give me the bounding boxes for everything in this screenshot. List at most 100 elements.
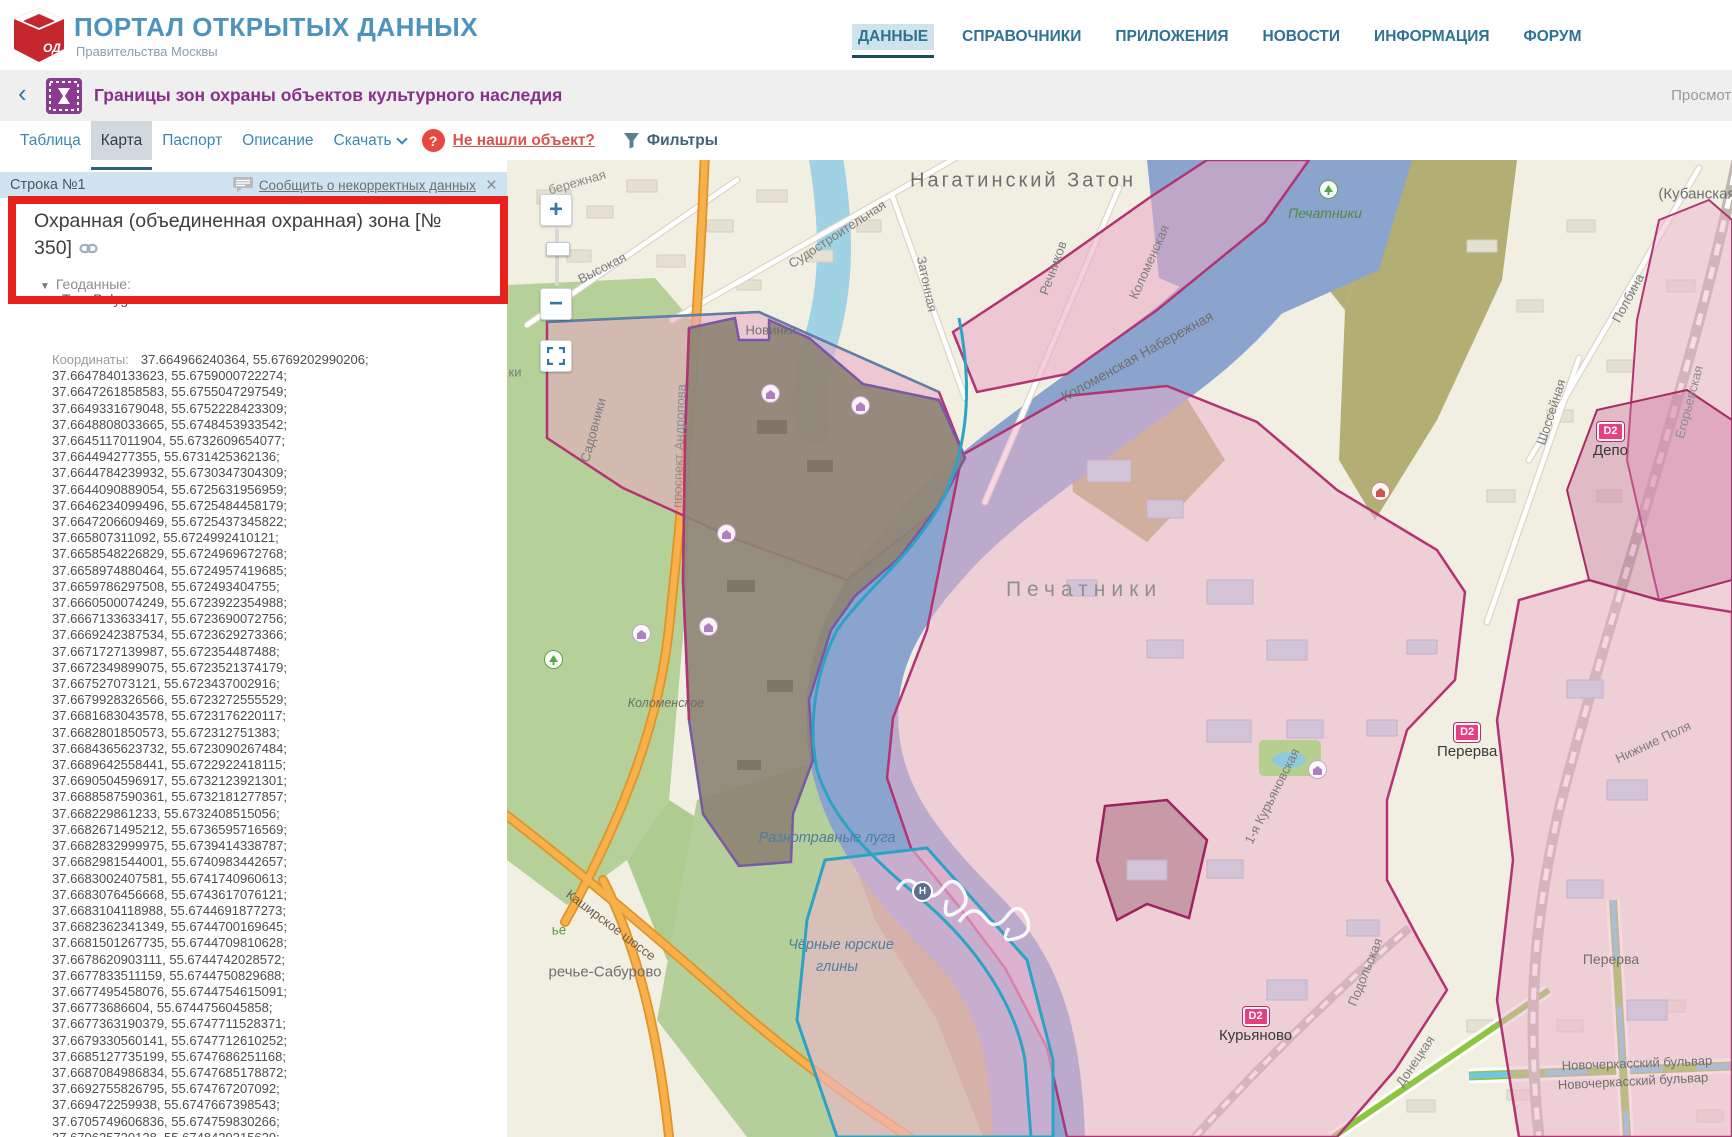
nav-item-data[interactable]: ДАННЫЕ [852,24,934,50]
permalink-icon[interactable] [79,236,98,263]
coordinate-line: 37.6682832999975, 55.6739414338787; [52,838,482,854]
coordinates-block: Координаты: 37.664966240364, 55.676920299… [52,352,482,1137]
coordinate-line: 37.6681501267735, 55.6744709810628; [52,935,482,951]
coordinate-line: 37.6689642558441, 55.6722922418115; [52,757,482,773]
download-label: Скачать [334,132,392,150]
feature-panel: Строка №1 Сообщить о некорректных данных… [0,160,507,1137]
nav-item-information[interactable]: ИНФОРМАЦИЯ [1368,24,1495,50]
coordinate-line: 37.6684365623732, 55.6723090267484; [52,741,482,757]
coordinate-line: 37.6645117011904, 55.6732609654077; [52,433,482,449]
open-data-cube-icon: ОД [12,6,66,64]
coordinate-line: 37.668229861233, 55.6732408515056; [52,806,482,822]
geodata-label: Геоданные: [56,276,131,292]
coordinate-line: 37.6644784239932, 55.6730347304309; [52,465,482,481]
back-button[interactable]: ‹ [18,78,27,109]
portal-subtitle: Правительства Москвы [76,44,218,59]
filters-button[interactable]: Фильтры [623,121,718,160]
site-header: ОД ПОРТАЛ ОТКРЫТЫХ ДАННЫХ Правительства … [0,0,1732,70]
coordinate-line: 37.6658974880464, 55.6724957419685; [52,563,482,579]
hospital-icon: H [912,881,933,902]
coordinates-list: 37.6647840133623, 55.6759000722274;37.66… [52,368,482,1137]
zoom-in-button[interactable]: + [540,194,572,226]
geodata-toggle[interactable]: ▼ Геоданные: [40,276,131,292]
museum-icon [761,384,780,403]
object-title: Охранная (объединенная охранная) зона [№… [34,208,466,263]
dataset-icon [46,78,82,119]
coordinate-line: 37.6688587590361, 55.6732181277857; [52,789,482,805]
coordinate-line: 37.664966240364, 55.6769202990206; [141,352,369,367]
nav-item-directories[interactable]: СПРАВОЧНИКИ [956,24,1087,50]
coordinate-line: 37.6678620903111, 55.6744742028572; [52,952,482,968]
coordinates-label: Координаты: [52,352,129,367]
coordinate-line: 37.6682362341349, 55.6744700169645; [52,919,482,935]
object-not-found-link[interactable]: Не нашли объект? [453,121,595,160]
coordinate-line: 37.664494277355, 55.6731425362136; [52,449,482,465]
geometry-type-partial: Тип: Polygon [62,291,144,307]
coordinate-line: 37.6660500074249, 55.6723922354988; [52,595,482,611]
main-nav: ДАННЫЕ СПРАВОЧНИКИ ПРИЛОЖЕНИЯ НОВОСТИ ИН… [852,24,1588,50]
nav-item-news[interactable]: НОВОСТИ [1257,24,1347,50]
triangle-down-icon: ▼ [40,281,50,292]
zoom-slider[interactable] [555,228,559,286]
chevron-down-icon [396,133,407,144]
zoom-out-button[interactable]: − [540,288,572,320]
coordinate-line: 37.6644090889054, 55.6725631956959; [52,482,482,498]
zoom-slider-handle[interactable] [546,242,570,256]
close-icon[interactable]: × [486,176,497,195]
report-incorrect-data-link[interactable]: Сообщить о некорректных данных [259,178,476,193]
nav-item-applications[interactable]: ПРИЛОЖЕНИЯ [1109,24,1234,50]
portal-title: ПОРТАЛ ОТКРЫТЫХ ДАННЫХ [74,12,478,43]
report-bubble-icon [233,177,253,193]
museum-icon [851,396,870,415]
coordinate-line: 37.6648808033665, 55.6748453933542; [52,417,482,433]
filters-label: Фильтры [647,132,718,150]
museum-icon [699,617,718,636]
coordinate-line: 37.6683076456668, 55.6743617076121; [52,887,482,903]
nav-item-forum[interactable]: ФОРУМ [1518,24,1588,50]
tab-map[interactable]: Карта [91,121,152,160]
coordinate-line: 37.6679928326566, 55.6723272555529; [52,692,482,708]
museum-icon [1308,760,1327,779]
row-title: Строка №1 [10,177,86,193]
coordinate-line: 37.6647840133623, 55.6759000722274; [52,368,482,384]
help-button[interactable]: ? [422,129,445,152]
panel-header: Строка №1 Сообщить о некорректных данных… [0,172,507,198]
coordinate-line: 37.6677495458076, 55.6744754615091; [52,984,482,1000]
coordinate-line: 37.6705749606836, 55.674759830266; [52,1114,482,1130]
fullscreen-corners-icon [547,347,565,365]
coordinate-line: 37.6658548226829, 55.6724969672768; [52,546,482,562]
coordinate-line: 37.667527073121, 55.6723437002916; [52,676,482,692]
coordinate-line: 37.6646234099496, 55.6725484458179; [52,498,482,514]
museum-icon-red [1371,482,1390,501]
funnel-icon [623,132,640,149]
tree-icon [544,650,563,669]
coordinate-line: 37.6683104118988, 55.6744691877273; [52,903,482,919]
coordinate-line: 37.6647261858583, 55.6755047297549; [52,384,482,400]
coordinate-line: 37.6682981544001, 55.6740983442657; [52,854,482,870]
coordinate-line: 37.6692755826795, 55.674767207092; [52,1081,482,1097]
portal-logo[interactable]: ОД [12,6,66,69]
coordinate-line: 37.6649331679048, 55.6752228423309; [52,401,482,417]
tab-table[interactable]: Таблица [10,121,91,160]
dataset-bar: ‹ Границы зон охраны объектов культурног… [0,70,1732,122]
coordinate-line: 37.6677833511159, 55.6744750829688; [52,968,482,984]
coordinate-line: 37.6669242387534, 55.6723629273366; [52,627,482,643]
fullscreen-button[interactable] [540,340,572,372]
map-tiles [507,160,1732,1137]
coordinate-line: 37.6687084986834, 55.6747685178872; [52,1065,482,1081]
coordinate-line: 37.6647206609469, 55.6725437345822; [52,514,482,530]
logo-abbr: ОД [43,41,61,55]
tab-passport[interactable]: Паспорт [152,121,232,160]
coordinate-line: 37.6679330560141, 55.6747712610252; [52,1033,482,1049]
museum-icon [632,624,651,643]
tab-description[interactable]: Описание [232,121,323,160]
coordinate-line: 37.6682801850573, 55.672312751383; [52,725,482,741]
tab-download[interactable]: Скачать [324,121,416,160]
coordinate-line: 37.6683002407581, 55.6741740960613; [52,871,482,887]
views-label: Просмотре [1671,87,1732,104]
map-zoom-controls: + − [540,194,574,372]
coordinate-line: 37.6690504596917, 55.6732123921301; [52,773,482,789]
coordinate-line: 37.669472259938, 55.6747667398543; [52,1097,482,1113]
coordinate-line: 37.6682671495212, 55.6736595716569; [52,822,482,838]
map-canvas[interactable]: бережная Нагатинский Затон Судостроитель… [507,160,1732,1137]
